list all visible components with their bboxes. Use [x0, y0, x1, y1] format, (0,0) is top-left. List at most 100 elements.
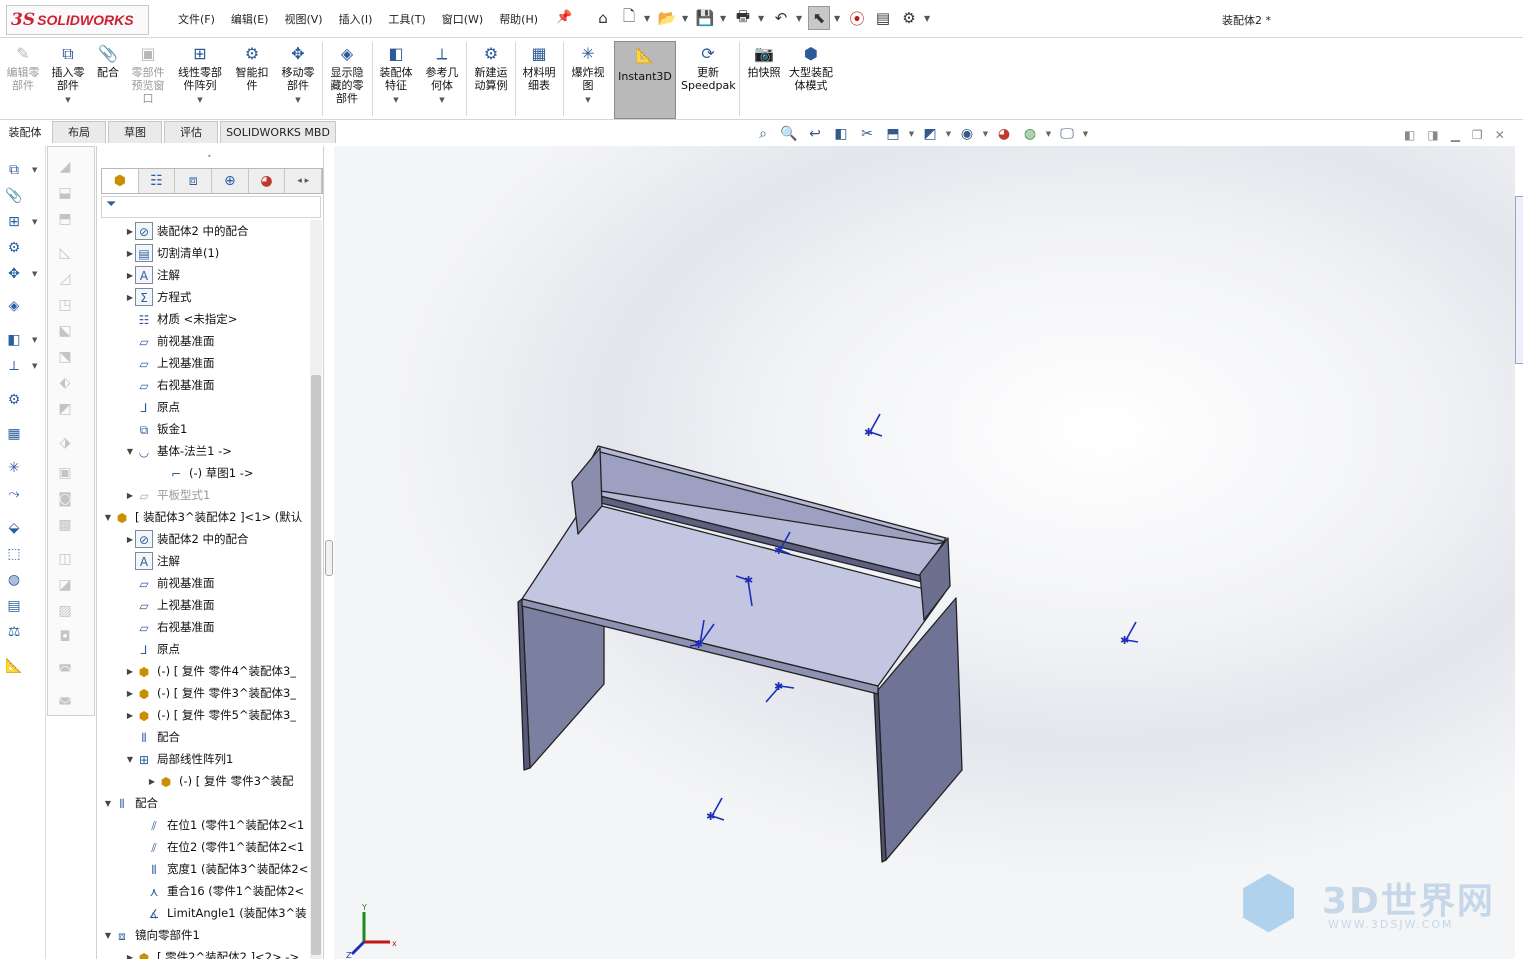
expand-arrow-icon[interactable]: ▶	[125, 953, 135, 959]
tree-item[interactable]: ▶ ⊘ 装配体2 中的配合	[97, 220, 309, 242]
menu-edit[interactable]: 编辑(E)	[223, 11, 277, 27]
reference-geometry-dropdown-icon[interactable]: ▼	[421, 94, 463, 107]
menu-view[interactable]: 视图(V)	[276, 11, 330, 27]
menu-tools[interactable]: 工具(T)	[380, 11, 433, 27]
component-triad-marker[interactable]: ✱	[864, 413, 883, 439]
minimize-icon[interactable]: ▁	[1451, 128, 1460, 142]
mate-button[interactable]: 📎 配合	[92, 44, 124, 79]
save-dropdown-arrow-icon[interactable]: ▼	[720, 14, 728, 23]
tree-item[interactable]: ⦀ 配合	[97, 726, 309, 748]
dropdown-arrow-icon[interactable]: ▼	[32, 218, 37, 226]
move-component-button[interactable]: ✥ 移动零部件 ▼	[277, 44, 319, 107]
expand-arrow-icon[interactable]: ▶	[125, 293, 135, 302]
instant3d-ruler-icon[interactable]: 📐	[4, 658, 24, 678]
update-speedpak-button[interactable]: ⟳ 更新Speedpak	[680, 44, 736, 92]
collapse-arrow-icon[interactable]: ▼	[103, 799, 113, 808]
solidworks-logo[interactable]: 3S SOLIDWORKS	[6, 5, 149, 35]
tree-item[interactable]: ⫽ 在位2 (零件1^装配体2<1	[97, 836, 309, 858]
new-dropdown-arrow-icon[interactable]: ▼	[644, 14, 652, 23]
previous-document-icon[interactable]: ◧	[1404, 128, 1415, 142]
tabs-scroll-arrows-icon[interactable]: ◂ ▸	[285, 169, 323, 193]
display-style-dropdown-icon[interactable]: ▼	[945, 130, 952, 138]
scrollbar-thumb[interactable]	[311, 375, 321, 955]
tree-item[interactable]: ∡ LimitAngle1 (装配体3^装	[97, 902, 309, 924]
bill-of-materials-button[interactable]: ▦ 材料明细表	[519, 44, 559, 92]
expand-arrow-icon[interactable]: ▶	[125, 711, 135, 720]
dropdown-arrow-icon[interactable]: ▼	[32, 362, 37, 370]
tree-item[interactable]: ▱ 前视基准面	[97, 330, 309, 352]
close-icon[interactable]: ✕	[1495, 128, 1505, 142]
expand-arrow-icon[interactable]: ▶	[125, 249, 135, 258]
options-dropdown-arrow-icon[interactable]: ▼	[924, 14, 932, 23]
property-manager-tab-icon[interactable]: ☷	[139, 169, 176, 193]
show-hidden-icon[interactable]: ◈	[4, 298, 24, 318]
tree-item[interactable]: ▼ ⦀ 配合	[97, 792, 309, 814]
edit-appearance-icon[interactable]: ◕	[993, 126, 1015, 142]
undo-icon[interactable]: ↶	[770, 6, 792, 30]
print-dropdown-arrow-icon[interactable]: ▼	[758, 14, 766, 23]
view-orientation-icon[interactable]: ⬒	[882, 126, 904, 142]
configuration-manager-tab-icon[interactable]: ⧈	[175, 169, 213, 193]
clearance-icon[interactable]: ⬚	[4, 546, 24, 566]
zoom-to-fit-icon[interactable]: ⌕	[752, 126, 774, 142]
tree-item[interactable]: ⌐ (-) 草图1 ->	[97, 462, 309, 484]
tab-assembly[interactable]: 装配体	[0, 121, 50, 143]
display-manager-tab-icon[interactable]: ◕	[249, 169, 286, 193]
expand-arrow-icon[interactable]: ▶	[125, 491, 135, 500]
tree-item[interactable]: ▶ ⊘ 装配体2 中的配合	[97, 528, 309, 550]
tree-item[interactable]: ▼ ⬢ [ 装配体3^装配体2 ]<1> (默认	[97, 506, 309, 528]
menu-window[interactable]: 窗口(W)	[434, 11, 491, 27]
tree-item[interactable]: ⫽ 在位1 (零件1^装配体2<1	[97, 814, 309, 836]
expand-arrow-icon[interactable]: ▶	[147, 777, 157, 786]
component-triad-marker[interactable]: ✱	[1120, 621, 1139, 647]
menu-help[interactable]: 帮助(H)	[491, 11, 546, 27]
tree-item[interactable]: ▶ ⬢ (-) [ 复件 零件5^装配体3_	[97, 704, 309, 726]
dropdown-arrow-icon[interactable]: ▼	[32, 166, 37, 174]
smart-fasteners-icon[interactable]: ⚙	[4, 240, 24, 260]
collapse-arrow-icon[interactable]: ▼	[125, 755, 135, 764]
graphics-area[interactable]: ✱ ✱ ✱ ✱ ✱ ✱ ✱ Y x Z	[334, 146, 1515, 959]
smart-fasteners-button[interactable]: ⚙ 智能扣件	[232, 44, 272, 92]
undo-dropdown-arrow-icon[interactable]: ▼	[796, 14, 804, 23]
expand-arrow-icon[interactable]: ▶	[125, 535, 135, 544]
new-document-icon[interactable]: 🗋	[618, 6, 640, 30]
left-leg-front-face[interactable]	[521, 598, 605, 769]
explode-line-icon[interactable]: ⤳	[4, 486, 24, 506]
new-motion-study-button[interactable]: ⚙ 新建运动算例	[470, 44, 512, 92]
tree-filter[interactable]: ⏷	[101, 196, 321, 218]
exploded-view-dropdown-icon[interactable]: ▼	[567, 94, 609, 107]
tab-evaluate[interactable]: 评估	[164, 121, 218, 143]
home-icon[interactable]: ⌂	[592, 6, 614, 30]
instant3d-button[interactable]: 📐 Instant3D	[614, 41, 676, 119]
collapse-arrow-icon[interactable]: ▼	[125, 447, 135, 456]
display-style-icon[interactable]: ◩	[919, 126, 941, 142]
panel-splitter-handle[interactable]	[325, 540, 333, 576]
component-triad-marker[interactable]: ✱	[765, 680, 795, 703]
assembly-features-icon[interactable]: ◧	[4, 332, 24, 352]
section-view-icon[interactable]: ◧	[830, 126, 852, 142]
hide-show-items-icon[interactable]: ◉	[956, 126, 978, 142]
panel-grip-icon[interactable]: •	[207, 152, 212, 161]
tree-item[interactable]: ▱ 右视基准面	[97, 616, 309, 638]
select-pointer-icon[interactable]: ⬉	[808, 6, 830, 30]
tree-item[interactable]: ▱ 上视基准面	[97, 352, 309, 374]
edit-component-button[interactable]: ✎ 编辑零部件	[2, 44, 44, 92]
component-triad-marker[interactable]: ✱	[706, 797, 725, 823]
hole-alignment-icon[interactable]: ◍	[4, 572, 24, 592]
view-settings-monitor-icon[interactable]: 🖵	[1056, 126, 1078, 142]
previous-view-icon[interactable]: ↩	[804, 126, 826, 142]
dropdown-arrow-icon[interactable]: ▼	[32, 336, 37, 344]
take-snapshot-button[interactable]: 📷 拍快照	[744, 44, 784, 79]
move-component-dropdown-icon[interactable]: ▼	[277, 94, 319, 107]
tab-sketch[interactable]: 草图	[108, 121, 162, 143]
tree-item[interactable]: ▶ ⬢ (-) [ 复件 零件4^装配体3_	[97, 660, 309, 682]
save-icon[interactable]: 💾	[694, 6, 716, 30]
apply-scene-dropdown-icon[interactable]: ▼	[1045, 130, 1052, 138]
mate-paperclip-icon[interactable]: 📎	[4, 188, 24, 208]
tree-item[interactable]: ▶ A 注解	[97, 264, 309, 286]
tree-item[interactable]: ▶ ⬢ [ 零件2^装配体2 ]<2> ->	[97, 946, 309, 959]
next-document-icon[interactable]: ◨	[1427, 128, 1438, 142]
tree-item[interactable]: ⦀ 宽度1 (装配体3^装配体2<	[97, 858, 309, 880]
menu-file[interactable]: 文件(F)	[170, 11, 223, 27]
assembly-features-button[interactable]: ◧ 装配体特征 ▼	[376, 44, 416, 107]
